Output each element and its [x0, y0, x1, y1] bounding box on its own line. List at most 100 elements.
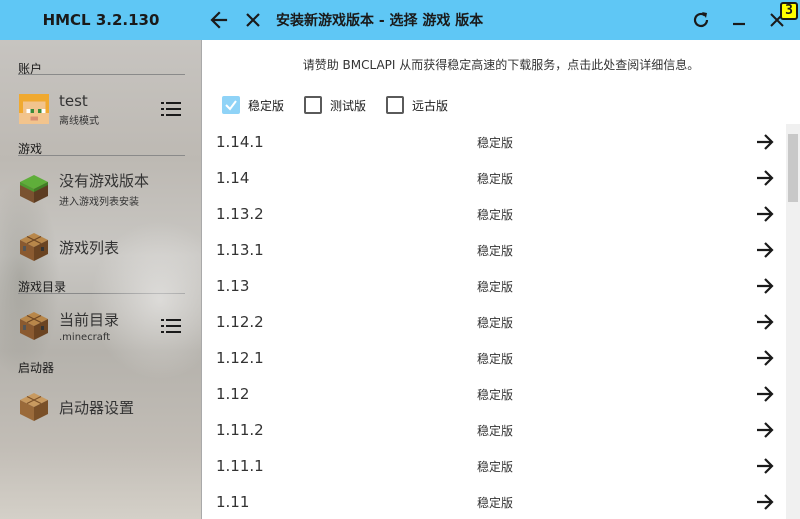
- account-menu-button[interactable]: [160, 98, 182, 120]
- version-list: 1.14.1 稳定版 1.14 稳定版 1.13.2 稳定版 1.13.1 稳定…: [202, 124, 786, 519]
- version-type: 稳定版: [477, 459, 514, 474]
- main-content: 请赞助 BMCLAPI 从而获得稳定高速的下载服务，点击此处查阅详细信息。 稳定…: [202, 40, 800, 519]
- section-launcher-label: 启动器: [18, 361, 55, 375]
- back-arrow-icon: [210, 11, 228, 29]
- version-id: 1.13.2: [216, 205, 264, 223]
- game-list-label: 游戏列表: [59, 238, 120, 257]
- close-icon: [246, 13, 260, 27]
- filter-stable[interactable]: 稳定版: [222, 96, 284, 114]
- crafting-table-icon: [20, 233, 48, 261]
- arrow-right-icon[interactable]: [754, 491, 776, 513]
- page-title: 安装新游戏版本 - 选择 游戏 版本: [276, 13, 484, 29]
- stable-checkbox[interactable]: [222, 96, 240, 114]
- version-row[interactable]: 1.13 稳定版: [202, 268, 786, 304]
- dir-menu-button[interactable]: [160, 315, 182, 337]
- version-row[interactable]: 1.11.2 稳定版: [202, 412, 786, 448]
- game-list-item[interactable]: 游戏列表: [0, 224, 201, 270]
- version-type: 稳定版: [477, 351, 514, 366]
- account-name: test: [59, 91, 88, 110]
- divider: [18, 74, 185, 75]
- version-type: 稳定版: [477, 387, 514, 402]
- snapshot-checkbox[interactable]: [304, 96, 323, 114]
- version-type: 稳定版: [477, 423, 514, 438]
- no-version-label: 没有游戏版本: [59, 172, 150, 190]
- filter-label: 远古版: [412, 98, 449, 113]
- sidebar: 账户 test 离线模式 游戏 没有游戏版本 进入游戏列表安装 游戏列表 游戏目…: [0, 40, 202, 519]
- version-row[interactable]: 1.11.1 稳定版: [202, 448, 786, 484]
- version-row[interactable]: 1.12.2 稳定版: [202, 304, 786, 340]
- no-version-item[interactable]: 没有游戏版本 进入游戏列表安装: [0, 166, 201, 212]
- version-id: 1.11: [216, 493, 250, 511]
- version-row[interactable]: 1.12.1 稳定版: [202, 340, 786, 376]
- current-dir-sub: .minecraft: [59, 332, 111, 343]
- number-badge: 3: [780, 2, 798, 20]
- divider: [18, 293, 185, 294]
- version-id: 1.12.2: [216, 313, 264, 331]
- filter-old[interactable]: 远古版: [386, 96, 448, 114]
- version-id: 1.14: [216, 169, 250, 187]
- checkmark-icon: [225, 100, 237, 111]
- refresh-icon: [693, 12, 709, 28]
- no-version-sub: 进入游戏列表安装: [59, 197, 139, 208]
- version-type: 稳定版: [477, 279, 514, 294]
- filter-label: 稳定版: [248, 98, 285, 113]
- arrow-right-icon[interactable]: [754, 419, 776, 441]
- version-row[interactable]: 1.14.1 稳定版: [202, 124, 786, 160]
- arrow-right-icon[interactable]: [754, 383, 776, 405]
- back-button[interactable]: [202, 0, 236, 40]
- account-item[interactable]: test 离线模式: [0, 86, 201, 132]
- arrow-right-icon[interactable]: [754, 311, 776, 333]
- refresh-button[interactable]: [682, 0, 720, 40]
- version-type: 稳定版: [477, 207, 514, 222]
- title-bar: HMCL 3.2.130 安装新游戏版本 - 选择 游戏 版本 3: [0, 0, 800, 40]
- close-page-button[interactable]: [236, 0, 270, 40]
- version-id: 1.11.1: [216, 457, 264, 475]
- version-type: 稳定版: [477, 495, 514, 510]
- version-id: 1.12.1: [216, 349, 264, 367]
- sponsor-notice-link[interactable]: 请赞助 BMCLAPI 从而获得稳定高速的下载服务，点击此处查阅详细信息。: [202, 56, 800, 73]
- app-title: HMCL 3.2.130: [42, 11, 160, 29]
- version-type: 稳定版: [477, 171, 514, 186]
- arrow-right-icon[interactable]: [754, 275, 776, 297]
- account-mode: 离线模式: [59, 115, 99, 127]
- scrollbar[interactable]: [786, 124, 800, 519]
- version-row[interactable]: 1.12 稳定版: [202, 376, 786, 412]
- arrow-right-icon[interactable]: [754, 167, 776, 189]
- arrow-right-icon[interactable]: [754, 203, 776, 225]
- menu-icon: [161, 319, 181, 333]
- filter-snapshot[interactable]: 测试版: [304, 96, 366, 114]
- version-type: 稳定版: [477, 315, 514, 330]
- version-id: 1.12: [216, 385, 250, 403]
- arrow-right-icon[interactable]: [754, 455, 776, 477]
- version-row[interactable]: 1.13.2 稳定版: [202, 196, 786, 232]
- version-row[interactable]: 1.14 稳定版: [202, 160, 786, 196]
- version-id: 1.13.1: [216, 241, 264, 259]
- filter-label: 测试版: [330, 98, 367, 113]
- minimize-button[interactable]: [720, 0, 758, 40]
- window-controls: [682, 0, 796, 40]
- version-id: 1.13: [216, 277, 250, 295]
- current-dir-item[interactable]: 当前目录 .minecraft: [0, 303, 201, 349]
- version-row[interactable]: 1.11 稳定版: [202, 484, 786, 519]
- version-type: 稳定版: [477, 135, 514, 150]
- crafting-table-icon: [20, 312, 48, 340]
- divider: [18, 155, 185, 156]
- launcher-settings-label: 启动器设置: [59, 398, 135, 417]
- current-dir-label: 当前目录: [59, 311, 120, 329]
- grass-block-icon: [20, 175, 48, 203]
- version-type: 稳定版: [477, 243, 514, 258]
- arrow-right-icon[interactable]: [754, 347, 776, 369]
- old-checkbox[interactable]: [386, 96, 405, 114]
- scrollbar-thumb[interactable]: [788, 134, 798, 202]
- launcher-settings-item[interactable]: 启动器设置: [0, 384, 201, 430]
- version-id: 1.14.1: [216, 133, 264, 151]
- version-row[interactable]: 1.13.1 稳定版: [202, 232, 786, 268]
- minimize-icon: [733, 22, 745, 26]
- avatar: [19, 94, 49, 124]
- version-filters: 稳定版 测试版 远古版: [222, 96, 468, 114]
- version-id: 1.11.2: [216, 421, 264, 439]
- arrow-right-icon[interactable]: [754, 239, 776, 261]
- menu-icon: [161, 102, 181, 116]
- arrow-right-icon[interactable]: [754, 131, 776, 153]
- crafting-table-icon: [20, 393, 48, 421]
